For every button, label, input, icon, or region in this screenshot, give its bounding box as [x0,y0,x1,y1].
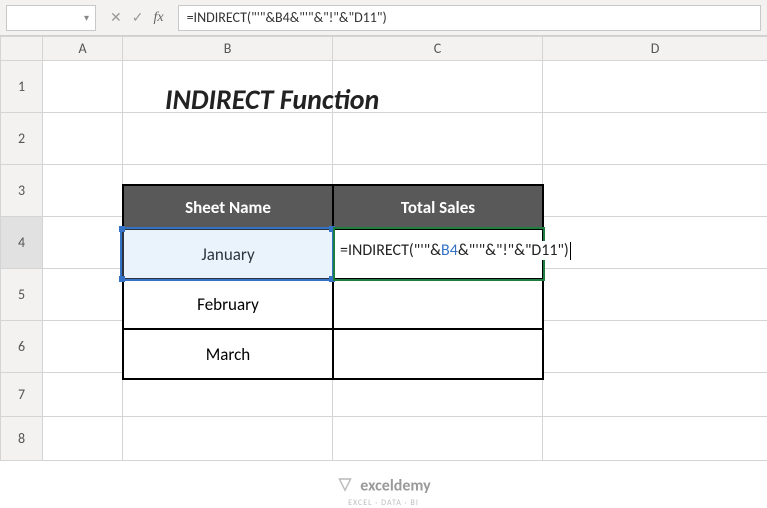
cell-A3[interactable] [43,165,123,217]
cell-B8[interactable] [123,417,333,461]
cell-B2[interactable] [123,113,333,165]
cell-A7[interactable] [43,373,123,417]
row-header-5[interactable]: 5 [1,269,43,321]
cell-A2[interactable] [43,113,123,165]
text-cursor [570,242,571,260]
data-header-sheet: Sheet Name [123,185,333,229]
data-header-sales: Total Sales [333,185,543,229]
cell-A8[interactable] [43,417,123,461]
formula-bar-input[interactable]: =INDIRECT("'"&B4&"'"&"!"&"D11") [178,5,761,31]
row-header-2[interactable]: 2 [1,113,43,165]
cell-D1[interactable] [543,61,767,113]
cell-D6[interactable] [543,321,767,373]
watermark: exceldemy EXCEL · DATA · BI [0,476,767,508]
cell-D2[interactable] [543,113,767,165]
cell-D4[interactable] [543,217,767,269]
page-title: INDIRECT Function [165,82,379,117]
row-header-1[interactable]: 1 [1,61,43,113]
cell-A4[interactable] [43,217,123,269]
cancel-icon[interactable]: ✕ [110,11,122,25]
cell-C2[interactable] [333,113,543,165]
cell-A6[interactable] [43,321,123,373]
data-cell-c5[interactable] [333,279,543,329]
row-header-6[interactable]: 6 [1,321,43,373]
data-cell-b5[interactable]: February [123,279,333,329]
col-header-D[interactable]: D [543,37,767,61]
row-header-7[interactable]: 7 [1,373,43,417]
select-all-corner[interactable] [1,37,43,61]
data-cell-b4[interactable]: January [123,229,333,279]
spreadsheet-grid[interactable]: A B C D 1 2 3 [0,36,767,461]
col-header-C[interactable]: C [333,37,543,61]
chevron-down-icon[interactable]: ▾ [84,11,89,24]
formula-ref: B4 [441,241,458,260]
confirm-icon[interactable]: ✓ [132,11,144,25]
row-header-3[interactable]: 3 [1,165,43,217]
logo-icon [336,476,354,498]
cell-D7[interactable] [543,373,767,417]
formula-prefix: =INDIRECT("'"& [340,241,441,260]
data-table: Sheet Name Total Sales January February … [122,184,544,380]
row-header-4[interactable]: 4 [1,217,43,269]
formula-suffix: &"'"&"!"&"D11") [458,241,569,260]
cell-A5[interactable] [43,269,123,321]
watermark-brand: exceldemy [360,476,430,495]
name-box[interactable]: ▾ [6,5,96,31]
data-cell-c6[interactable] [333,329,543,379]
cell-C8[interactable] [333,417,543,461]
formula-bar-text: =INDIRECT("'"&B4&"'"&"!"&"D11") [187,9,387,26]
data-cell-b6[interactable]: March [123,329,333,379]
formula-bar-buttons: ✕ ✓ fx [104,10,170,26]
cell-D5[interactable] [543,269,767,321]
row-header-8[interactable]: 8 [1,417,43,461]
cell-D8[interactable] [543,417,767,461]
fx-icon[interactable]: fx [153,10,163,26]
col-header-A[interactable]: A [43,37,123,61]
formula-toolbar: ▾ ✕ ✓ fx =INDIRECT("'"&B4&"'"&"!"&"D11") [0,0,767,36]
col-header-B[interactable]: B [123,37,333,61]
cell-D3[interactable] [543,165,767,217]
watermark-sub: EXCEL · DATA · BI [0,498,767,508]
in-cell-formula-editor[interactable]: =INDIRECT("'"&B4&"'"&"!"&"D11") [338,241,573,260]
cell-A1[interactable] [43,61,123,113]
